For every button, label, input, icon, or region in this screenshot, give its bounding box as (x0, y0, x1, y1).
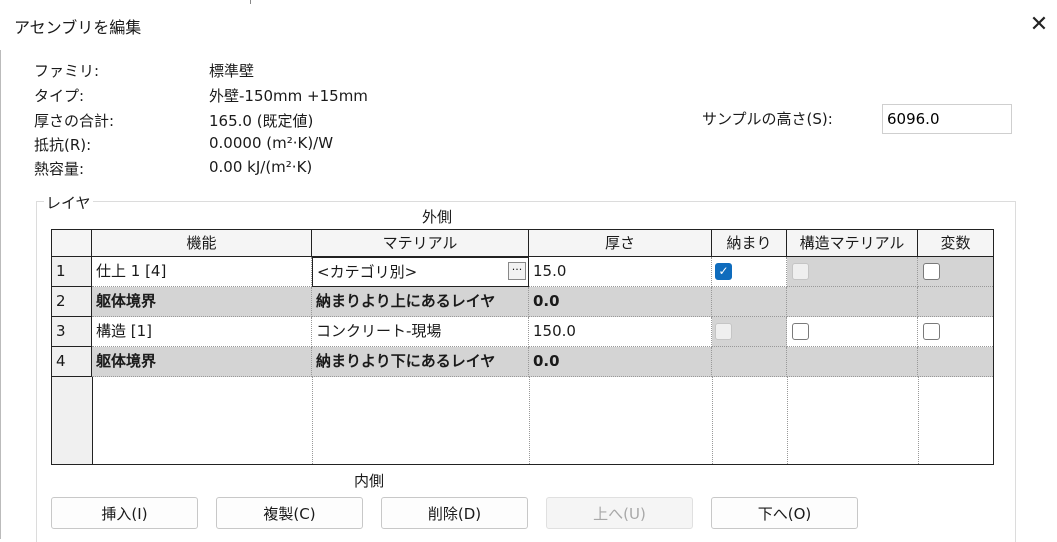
row-header[interactable]: 1 (52, 257, 92, 287)
variable-checkbox[interactable] (923, 263, 940, 280)
duplicate-button[interactable]: 複製(C) (216, 497, 363, 529)
layer-wraps-cell (712, 347, 787, 377)
layer-function-cell[interactable]: 躯体境界 (92, 287, 312, 317)
layer-thickness-cell[interactable]: 15.0 (529, 257, 712, 287)
layer-structural-cell (787, 347, 918, 377)
move-down-button[interactable]: 下へ(O) (711, 497, 858, 529)
thermal-mass-label: 熱容量: (34, 160, 85, 178)
type-value: 外壁-150mm +15mm (209, 87, 368, 105)
title-bar: アセンブリを編集 ✕ (0, 0, 1057, 50)
column-header-variable[interactable]: 変数 (918, 230, 993, 257)
structural-checkbox[interactable] (792, 323, 809, 340)
delete-button[interactable]: 削除(D) (381, 497, 528, 529)
column-header-structural-material[interactable]: 構造マテリアル (787, 230, 918, 257)
window-edge (0, 50, 1, 539)
column-header-function[interactable]: 機能 (92, 230, 312, 257)
insert-button[interactable]: 挿入(I) (51, 497, 198, 529)
sample-height-label: サンプルの高さ(S): (702, 110, 833, 128)
layer-variable-cell (918, 287, 993, 317)
column-divider (918, 377, 919, 464)
background-edge (250, 0, 251, 4)
resistance-label: 抵抗(R): (34, 136, 92, 154)
column-header-material[interactable]: マテリアル (312, 230, 529, 257)
thickness-total-value: 165.0 (既定値) (209, 112, 314, 130)
layer-thickness-cell[interactable]: 0.0 (529, 347, 712, 377)
layer-wraps-cell (712, 287, 787, 317)
material-value: <カテゴリ別> (317, 263, 418, 281)
thermal-mass-value: 0.00 kJ/(m²·K) (209, 158, 313, 176)
column-divider (312, 377, 313, 464)
layers-table: 機能 マテリアル 厚さ 納まり 構造マテリアル 変数 1 仕上 1 [4] <カ… (51, 229, 994, 465)
column-divider (787, 377, 788, 464)
layer-thickness-cell[interactable]: 150.0 (529, 317, 712, 347)
resistance-value: 0.0000 (m²·K)/W (209, 134, 334, 152)
layer-material-cell[interactable]: 納まりより下にあるレイヤ (312, 347, 529, 377)
layer-function-cell[interactable]: 躯体境界 (92, 347, 312, 377)
layer-structural-cell (787, 287, 918, 317)
row-header[interactable]: 4 (52, 347, 92, 377)
column-divider (529, 377, 530, 464)
layers-group-label: レイヤ (44, 192, 93, 213)
wraps-checkbox-checked[interactable]: ✓ (715, 263, 732, 280)
layer-variable-cell (918, 347, 993, 377)
window-title: アセンブリを編集 (14, 18, 142, 37)
move-up-button: 上へ(U) (546, 497, 693, 529)
close-icon[interactable]: ✕ (1022, 6, 1056, 44)
variable-checkbox[interactable] (923, 323, 940, 340)
column-header-thickness[interactable]: 厚さ (529, 230, 712, 257)
material-browse-button[interactable]: ··· (508, 262, 526, 280)
column-header-wraps[interactable]: 納まり (712, 230, 787, 257)
type-label: タイプ: (34, 87, 85, 105)
sample-height-input[interactable] (882, 104, 1012, 134)
thickness-total-label: 厚さの合計: (34, 112, 115, 130)
layer-function-cell[interactable]: 構造 [1] (92, 317, 312, 347)
layer-function-cell[interactable]: 仕上 1 [4] (92, 257, 312, 287)
header-corner (52, 230, 92, 257)
wraps-checkbox-disabled (715, 323, 732, 340)
family-label: ファミリ: (34, 62, 100, 80)
row-header[interactable]: 3 (52, 317, 92, 347)
family-value: 標準壁 (209, 62, 255, 80)
layer-material-cell[interactable]: 納まりより上にあるレイヤ (312, 287, 529, 317)
row-header-empty (52, 377, 93, 464)
material-edit-cell[interactable]: <カテゴリ別> (312, 257, 529, 287)
column-divider (712, 377, 713, 464)
structural-checkbox-disabled (792, 263, 809, 280)
exterior-side-label: 外側 (422, 208, 453, 226)
layer-thickness-cell[interactable]: 0.0 (529, 287, 712, 317)
layer-material-cell[interactable]: コンクリート-現場 (312, 317, 529, 347)
row-header[interactable]: 2 (52, 287, 92, 317)
interior-side-label: 内側 (354, 472, 385, 490)
